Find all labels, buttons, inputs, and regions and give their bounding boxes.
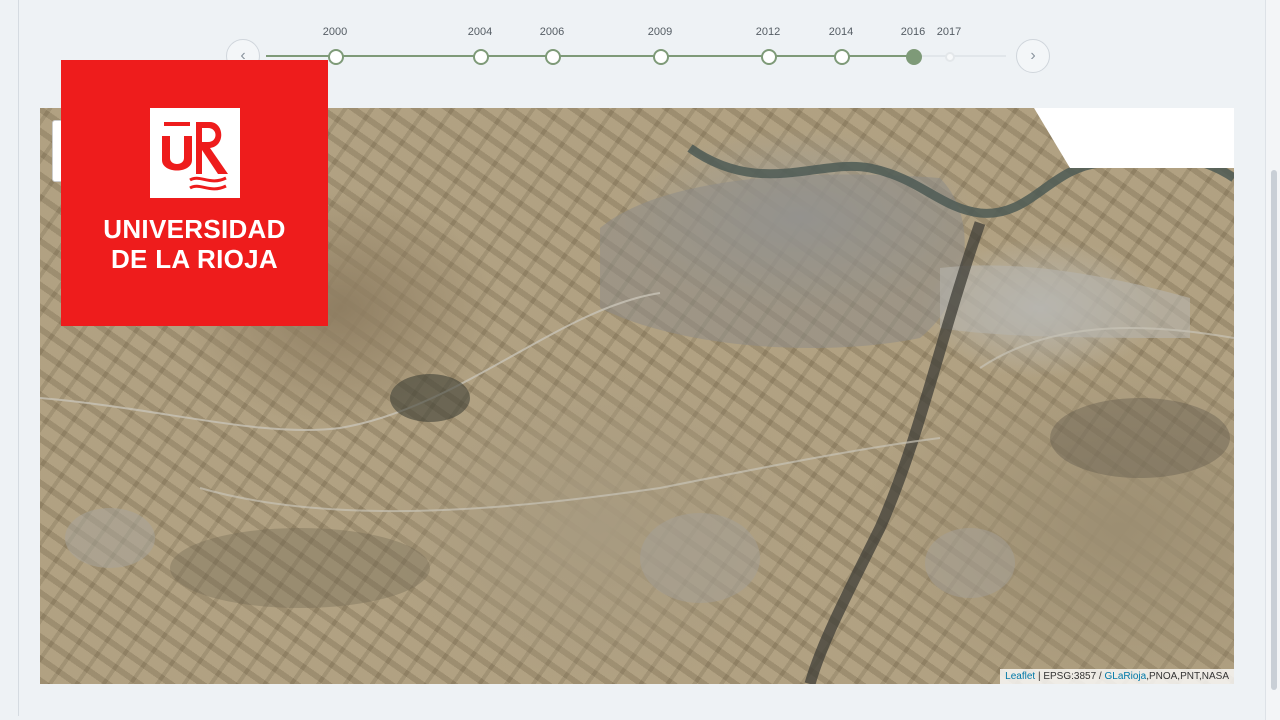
timeline-dot[interactable] (945, 52, 955, 62)
timeline-dot[interactable] (473, 49, 489, 65)
timeline-dot[interactable] (653, 49, 669, 65)
reservoir-shape (390, 374, 470, 422)
logo-line-2: DE LA RIOJA (110, 244, 279, 274)
logo-line-1: UNIVERSIDAD (103, 214, 286, 244)
timeline-year-label: 2014 (828, 26, 854, 38)
page-scrollbar[interactable] (1265, 0, 1280, 720)
road-line (199, 437, 941, 513)
map-attribution: Leaflet | EPSG:3857 / GLaRioja,PNOA,PNT,… (1000, 669, 1234, 684)
timeline-year-label: 2017 (936, 26, 962, 38)
timeline-year-label: 2012 (755, 26, 781, 38)
timeline-dot[interactable] (545, 49, 561, 65)
chevron-right-icon: › (1030, 47, 1036, 64)
ur-monogram-icon (162, 122, 228, 191)
town-area-shape (925, 528, 1015, 598)
timeline-dot[interactable] (761, 49, 777, 65)
industrial-area-shape (940, 265, 1190, 338)
town-area-shape (640, 513, 760, 603)
terrain-patch (1050, 398, 1230, 478)
terrain-patch (170, 528, 430, 608)
urban-area-shape (600, 174, 965, 348)
timeline-year-label: 2000 (322, 26, 348, 38)
source-link[interactable]: GLaRioja (1104, 671, 1146, 682)
attribution-text: ,PNOA,PNT,NASA (1146, 671, 1229, 682)
ur-emblem (150, 108, 240, 198)
attribution-text: | EPSG:3857 / (1035, 671, 1105, 682)
timeline-next-button[interactable]: › (1016, 39, 1050, 73)
timeline-year-label: 2006 (539, 26, 565, 38)
timeline-year-label: 2004 (467, 26, 493, 38)
page: ‹ 2000 2004 2006 2009 2012 2014 2016 201… (0, 0, 1280, 720)
logo-wordmark: UNIVERSIDAD DE LA RIOJA (61, 214, 328, 274)
timeline-track-remaining (916, 55, 1006, 57)
timeline-track-elapsed (266, 55, 916, 57)
leaflet-link[interactable]: Leaflet (1005, 671, 1035, 682)
timeline-dot-active[interactable] (906, 49, 922, 65)
timeline-dot[interactable] (328, 49, 344, 65)
town-area-shape (65, 508, 155, 568)
timeline-dot[interactable] (834, 49, 850, 65)
scrollbar-thumb[interactable] (1271, 170, 1277, 690)
timeline-year-label: 2009 (647, 26, 673, 38)
university-logo: UNIVERSIDAD DE LA RIOJA (61, 60, 328, 326)
